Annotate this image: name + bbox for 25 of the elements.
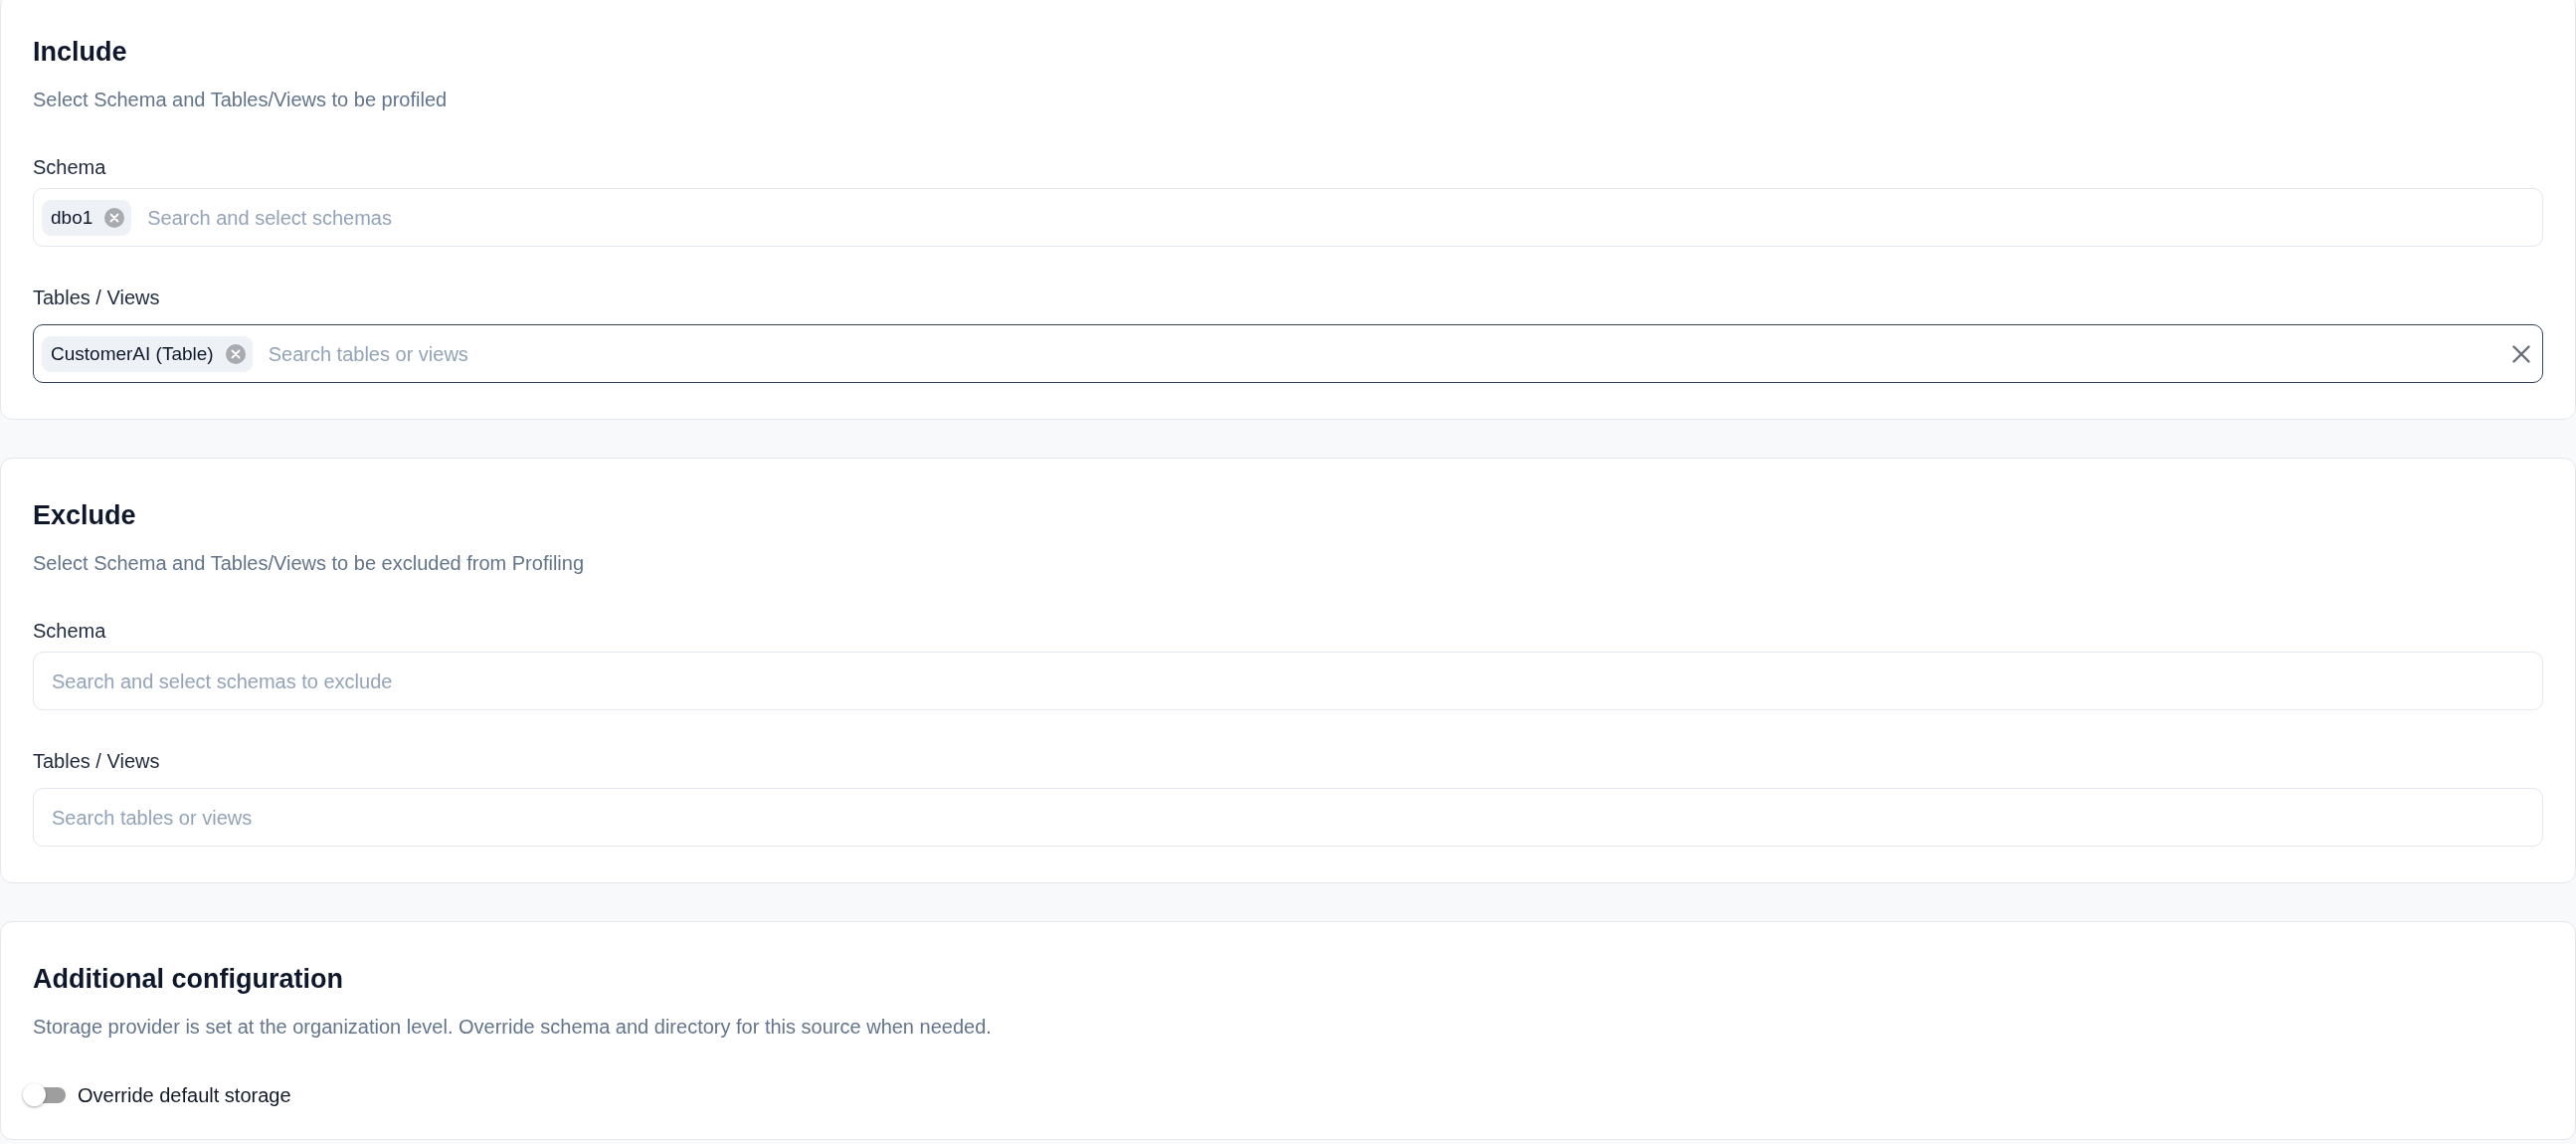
field-label: Tables / Views <box>33 749 161 774</box>
tag-label: CustomerAI (Table) <box>51 341 214 366</box>
multiselect-field[interactable]: dbo1 Search and select schemas <box>33 188 2543 247</box>
tag-label: dbo1 <box>51 205 93 230</box>
search-input[interactable]: Search and select schemas <box>137 203 2530 232</box>
field-label: Tables / Views <box>33 286 161 310</box>
multiselect-field[interactable]: Search and select schemas to exclude <box>33 652 2543 710</box>
field-label: Schema <box>33 619 107 644</box>
remove-icon[interactable] <box>104 207 125 228</box>
multiselect-field[interactable]: CustomerAI (Table) Search tables or views <box>33 324 2543 383</box>
section-description: Select Schema and Tables/Views to be profiled <box>33 88 449 112</box>
close-icon[interactable] <box>2512 344 2530 363</box>
section-title: Additional configuration <box>33 963 344 996</box>
search-input[interactable]: Search and select schemas to exclude <box>42 667 2530 695</box>
section-title: Include <box>33 36 128 69</box>
field-label: Schema <box>33 155 107 180</box>
toggle-switch[interactable] <box>23 1083 67 1107</box>
search-input[interactable]: Search tables or views <box>42 803 2530 832</box>
section-title: Exclude <box>33 499 137 532</box>
section-description: Select Schema and Tables/Views to be excluded from Profiling <box>33 551 585 576</box>
search-input[interactable]: Search tables or views <box>258 339 2512 368</box>
multiselect-field[interactable]: Search tables or views <box>33 788 2543 847</box>
section-description: Storage provider is set at the organization level. Override schema and directory for this source when needed. <box>33 1015 993 1040</box>
remove-icon[interactable] <box>225 343 246 364</box>
toggle-label[interactable]: Override default storage <box>78 1081 291 1109</box>
